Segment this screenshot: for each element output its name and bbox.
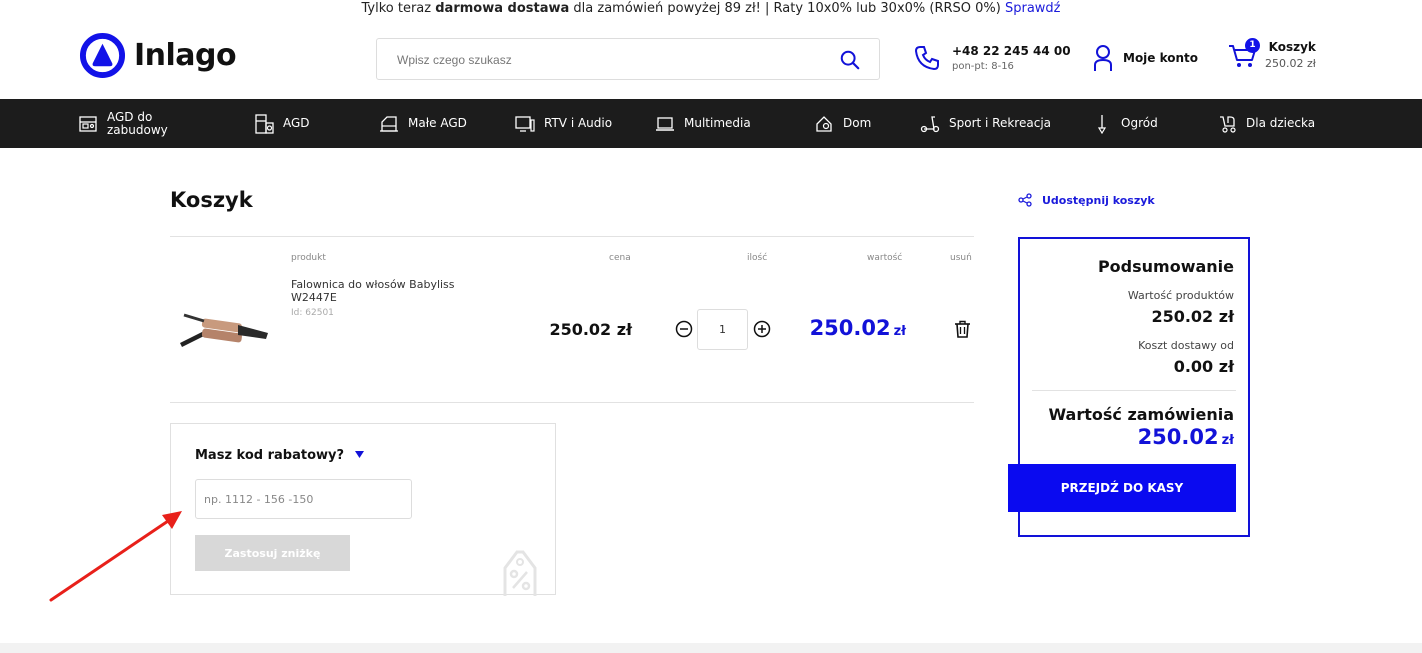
user-icon [1094, 45, 1112, 71]
scooter-icon [920, 115, 940, 132]
phone-number: +48 22 245 44 00 [952, 44, 1071, 58]
nav-label: RTV i Audio [544, 116, 613, 130]
footer-band [0, 643, 1422, 653]
divider [1032, 390, 1236, 391]
search-box [376, 38, 880, 80]
tv-icon [515, 115, 535, 132]
account-label: Moje konto [1123, 51, 1199, 65]
promo-prefix: Tylko teraz [361, 1, 432, 16]
nav-label: Dla dziecka [1246, 116, 1316, 130]
annotation-arrow-icon [49, 511, 182, 602]
discount-tag-icon [503, 550, 537, 596]
nav-item-male-agd[interactable]: Małe AGD [379, 99, 467, 148]
fridge-icon [255, 113, 274, 134]
category-nav: AGD do zabudowy AGD Małe AGD RTV i Audio… [0, 99, 1422, 148]
product-price: 250.02 zł [549, 320, 632, 339]
divider [170, 236, 974, 237]
phone-contact[interactable]: +48 22 245 44 00 pon-pt: 8-16 [914, 44, 1071, 72]
logo[interactable]: Inlago [79, 32, 237, 79]
stroller-icon [1220, 115, 1236, 133]
column-header-value: wartość [867, 253, 903, 263]
nav-item-sport[interactable]: Sport i Rekreacja [920, 99, 1051, 148]
product-image[interactable] [176, 305, 272, 351]
search-input[interactable] [397, 50, 817, 70]
summary-title: Podsumowanie [1097, 257, 1234, 276]
built-in-appliance-icon [79, 115, 97, 132]
caret-down-icon[interactable] [355, 451, 364, 459]
promo-bar: Tylko teraz darmowa dostawa dla zamówień… [0, 0, 1422, 18]
cart-label: Koszyk [1268, 40, 1316, 54]
cart-link[interactable]: 1 Koszyk 250.02 zł [1228, 38, 1316, 70]
house-icon [816, 115, 832, 132]
small-appliance-icon [380, 115, 398, 132]
remove-item-button[interactable] [954, 320, 971, 338]
column-header-product: produkt [291, 253, 326, 263]
site-header: Inlago +48 22 245 44 00 pon-pt: 8-16 Moj… [0, 18, 1422, 99]
qty-increase-button[interactable] [753, 320, 771, 338]
logo-text: Inlago [134, 38, 237, 73]
line-total-currency: zł [893, 324, 906, 339]
promo-link[interactable]: Sprawdź [1005, 1, 1061, 16]
coupon-title[interactable]: Masz kod rabatowy? [195, 448, 344, 463]
apply-coupon-button[interactable]: Zastosuj zniżkę [195, 535, 350, 571]
nav-item-multimedia[interactable]: Multimedia [655, 99, 751, 148]
nav-item-rtv-audio[interactable]: RTV i Audio [515, 99, 612, 148]
cart-count-badge: 1 [1245, 38, 1260, 53]
column-header-qty: ilość [747, 253, 768, 263]
share-icon [1018, 193, 1032, 207]
share-cart-label: Udostępnij koszyk [1042, 193, 1155, 207]
nav-label: Ogród [1121, 116, 1158, 130]
logo-icon [79, 32, 126, 79]
qty-input[interactable] [697, 309, 748, 350]
nav-item-dla-dziecka[interactable]: Dla dziecka [1217, 99, 1315, 148]
line-total: 250.02 zł [780, 316, 906, 340]
product-name[interactable]: Falownica do włosów Babyliss W2447E [291, 278, 481, 304]
nav-label: Małe AGD [408, 116, 467, 130]
order-total: 250.02 zł [1138, 425, 1234, 449]
products-value: 250.02 zł [1151, 307, 1234, 326]
nav-label: Dom [843, 116, 872, 130]
search-icon[interactable] [839, 49, 861, 71]
nav-item-ogrod[interactable]: Ogród [1092, 99, 1158, 148]
nav-item-agd[interactable]: AGD [254, 99, 310, 148]
promo-highlight: darmowa dostawa [435, 1, 570, 16]
laptop-icon [656, 116, 674, 131]
share-cart-link[interactable]: Udostępnij koszyk [1018, 193, 1155, 207]
order-total-label: Wartość zamówienia [1048, 405, 1234, 424]
column-header-price: cena [609, 253, 631, 263]
shipping-cost: 0.00 zł [1173, 357, 1234, 376]
order-total-amount: 250.02 [1137, 425, 1219, 449]
nav-item-agd-zabudowa[interactable]: AGD do zabudowy [78, 99, 208, 148]
order-total-currency: zł [1221, 433, 1234, 448]
divider [170, 402, 974, 403]
qty-decrease-button[interactable] [675, 320, 693, 338]
column-header-remove: usuń [950, 253, 972, 263]
account-link[interactable]: Moje konto [1093, 44, 1198, 72]
nav-label: AGD [283, 116, 310, 130]
checkout-button[interactable]: PRZEJDŹ DO KASY [1008, 464, 1236, 512]
phone-icon [914, 46, 939, 71]
promo-suffix: dla zamówień powyżej 89 zł! | Raty 10x0%… [573, 1, 1001, 16]
shipping-cost-label: Koszt dostawy od [1138, 339, 1234, 352]
phone-hours: pon-pt: 8-16 [952, 61, 1014, 72]
coupon-code-input[interactable] [195, 479, 412, 519]
nav-item-dom[interactable]: Dom [814, 99, 871, 148]
product-id: Id: 62501 [291, 308, 334, 318]
nav-label: Multimedia [684, 116, 751, 130]
page-title: Koszyk [170, 188, 253, 212]
nav-label: AGD do zabudowy [107, 109, 168, 137]
cart-total: 250.02 zł [1265, 57, 1316, 70]
nav-label: Sport i Rekreacja [949, 116, 1051, 130]
products-value-label: Wartość produktów [1127, 289, 1234, 302]
garden-tool-icon [1097, 114, 1107, 134]
line-total-amount: 250.02 [809, 316, 891, 340]
coupon-panel: Masz kod rabatowy? Zastosuj zniżkę [170, 423, 556, 596]
